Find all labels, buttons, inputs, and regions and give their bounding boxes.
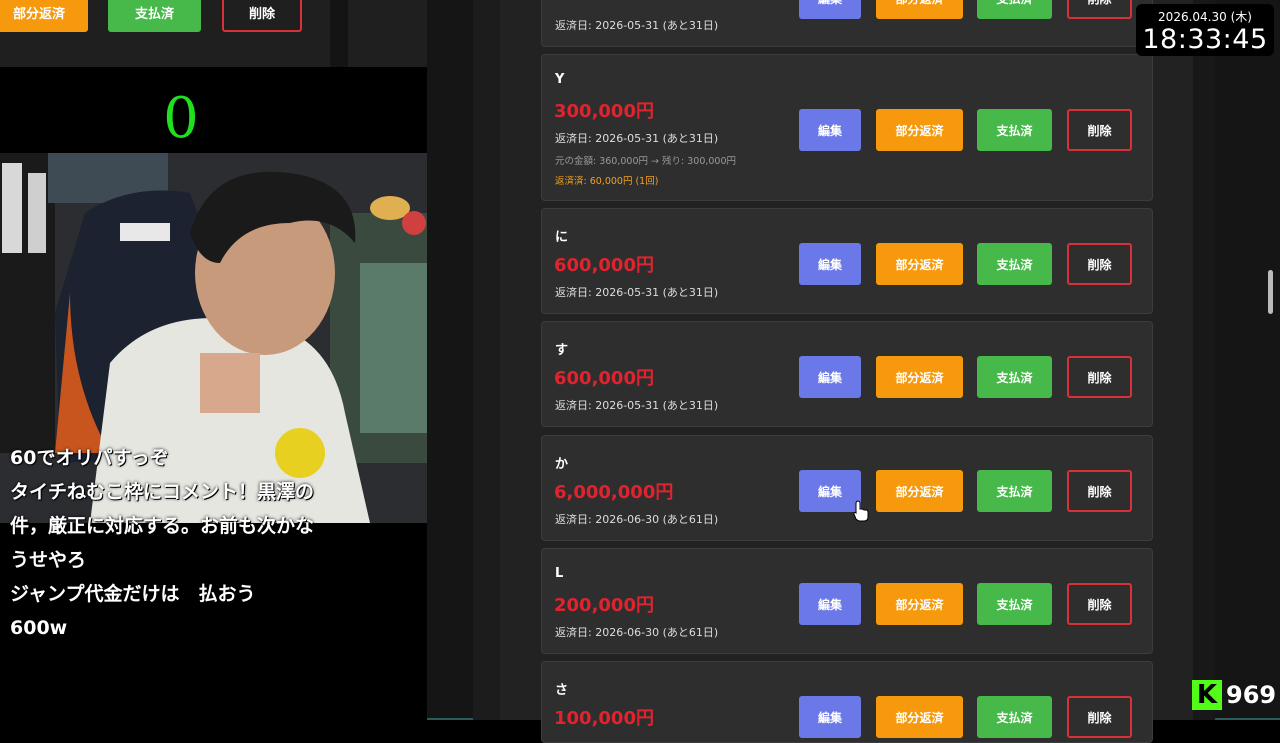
loan-card: 返済日: 2026-05-31 (あと31日) 編集 部分返済 支払済 削除 — [541, 0, 1153, 47]
mark-paid-button[interactable]: 支払済 — [977, 0, 1052, 19]
delete-button[interactable]: 削除 — [1067, 0, 1132, 19]
page-gutter-left — [473, 0, 500, 720]
stream-panel: 部分返済 支払済 削除 0 60でオリパすっぞ タイチねむこ枠にコメント！黒澤の… — [0, 0, 427, 720]
edit-button[interactable]: 編集 — [799, 243, 861, 285]
due-date: 返済日: 2026-05-31 (あと31日) — [555, 132, 719, 145]
due-date: 返済日: 2026-05-31 (あと31日) — [555, 19, 719, 32]
partial-repay-button[interactable]: 部分返済 — [876, 243, 963, 285]
counter-overlay: 0 — [163, 86, 199, 151]
repaid-amount: 返済済: 60,000円 (1回) — [555, 176, 659, 187]
chat-comment: 600w — [10, 617, 68, 639]
mini-divider — [330, 0, 348, 67]
loan-amount: 100,000円 — [554, 708, 654, 729]
original-amount: 元の金額: 360,000円 → 残り: 300,000円 — [555, 156, 737, 167]
due-date: 返済日: 2026-05-31 (あと31日) — [555, 286, 719, 299]
loan-card: す 600,000円 返済日: 2026-05-31 (あと31日) 編集 部分… — [541, 321, 1153, 427]
clock-date: 2026.04.30 (木) — [1158, 10, 1252, 24]
loan-card: か 6,000,000円 返済日: 2026-06-30 (あと61日) 編集 … — [541, 435, 1153, 541]
borrower-name: か — [555, 457, 569, 472]
borrower-name: に — [555, 230, 569, 245]
edit-button[interactable]: 編集 — [799, 0, 861, 19]
loan-amount: 600,000円 — [554, 255, 654, 276]
hand-cursor-icon — [853, 500, 869, 522]
partial-repay-button[interactable]: 部分返済 — [876, 470, 963, 512]
due-date: 返済日: 2026-06-30 (あと61日) — [555, 513, 719, 526]
chat-comment: 60でオリパすっぞ — [10, 447, 169, 469]
viewer-count-badge: K 969 — [1192, 676, 1276, 714]
loan-card: さ 100,000円 編集 部分返済 支払済 削除 — [541, 661, 1153, 743]
edit-button[interactable]: 編集 — [799, 696, 861, 738]
delete-button[interactable]: 削除 — [1067, 696, 1132, 738]
mini-delete-button: 削除 — [222, 0, 302, 32]
loan-amount: 600,000円 — [554, 368, 654, 389]
clock-time: 18:33:45 — [1142, 24, 1268, 55]
edit-button[interactable]: 編集 — [799, 109, 861, 151]
loan-card: に 600,000円 返済日: 2026-05-31 (あと31日) 編集 部分… — [541, 208, 1153, 314]
mark-paid-button[interactable]: 支払済 — [977, 356, 1052, 398]
partial-repay-button[interactable]: 部分返済 — [876, 583, 963, 625]
mark-paid-button[interactable]: 支払済 — [977, 696, 1052, 738]
mini-paid-button: 支払済 — [108, 0, 201, 32]
edit-button[interactable]: 編集 — [799, 470, 861, 512]
mark-paid-button[interactable]: 支払済 — [977, 583, 1052, 625]
mark-paid-button[interactable]: 支払済 — [977, 470, 1052, 512]
edit-button[interactable]: 編集 — [799, 356, 861, 398]
clock-overlay: 2026.04.30 (木) 18:33:45 — [1136, 4, 1274, 56]
chat-comment: うせやろ — [10, 549, 87, 571]
due-date: 返済日: 2026-05-31 (あと31日) — [555, 399, 719, 412]
borrower-name: さ — [555, 683, 569, 698]
borrower-name: L — [555, 566, 564, 581]
mark-paid-button[interactable]: 支払済 — [977, 243, 1052, 285]
chat-overlay: 60でオリパすっぞ タイチねむこ枠にコメント！黒澤の件，厳正に対応する。お前も次… — [10, 441, 320, 645]
partial-repay-button[interactable]: 部分返済 — [876, 0, 963, 19]
delete-button[interactable]: 削除 — [1067, 583, 1132, 625]
scrollbar-thumb[interactable] — [1268, 270, 1273, 314]
mini-partial-button: 部分返済 — [0, 0, 88, 32]
delete-button[interactable]: 削除 — [1067, 243, 1132, 285]
edit-button[interactable]: 編集 — [799, 583, 861, 625]
borrower-name: Y — [555, 72, 565, 87]
delete-button[interactable]: 削除 — [1067, 470, 1132, 512]
partial-repay-button[interactable]: 部分返済 — [876, 356, 963, 398]
loan-amount: 300,000円 — [554, 101, 654, 122]
loan-amount: 200,000円 — [554, 595, 654, 616]
page-gutter-right — [1193, 0, 1215, 720]
mirrored-app-strip: 部分返済 支払済 削除 — [0, 0, 427, 67]
loan-card: Y 300,000円 返済日: 2026-05-31 (あと31日) 元の金額:… — [541, 54, 1153, 201]
delete-button[interactable]: 削除 — [1067, 109, 1132, 151]
borrower-name: す — [555, 343, 569, 358]
delete-button[interactable]: 削除 — [1067, 356, 1132, 398]
partial-repay-button[interactable]: 部分返済 — [876, 109, 963, 151]
loan-amount: 6,000,000円 — [554, 482, 674, 503]
chat-comment: タイチねむこ枠にコメント！黒澤の件，厳正に対応する。お前も次かな — [10, 481, 315, 537]
chat-comment: ジャンプ代金だけは 払おう — [10, 583, 256, 605]
mark-paid-button[interactable]: 支払済 — [977, 109, 1052, 151]
partial-repay-button[interactable]: 部分返済 — [876, 696, 963, 738]
loan-card: L 200,000円 返済日: 2026-06-30 (あと61日) 編集 部分… — [541, 548, 1153, 654]
kick-logo-icon: K — [1192, 680, 1222, 710]
viewer-count: 969 — [1226, 681, 1277, 709]
due-date: 返済日: 2026-06-30 (あと61日) — [555, 626, 719, 639]
